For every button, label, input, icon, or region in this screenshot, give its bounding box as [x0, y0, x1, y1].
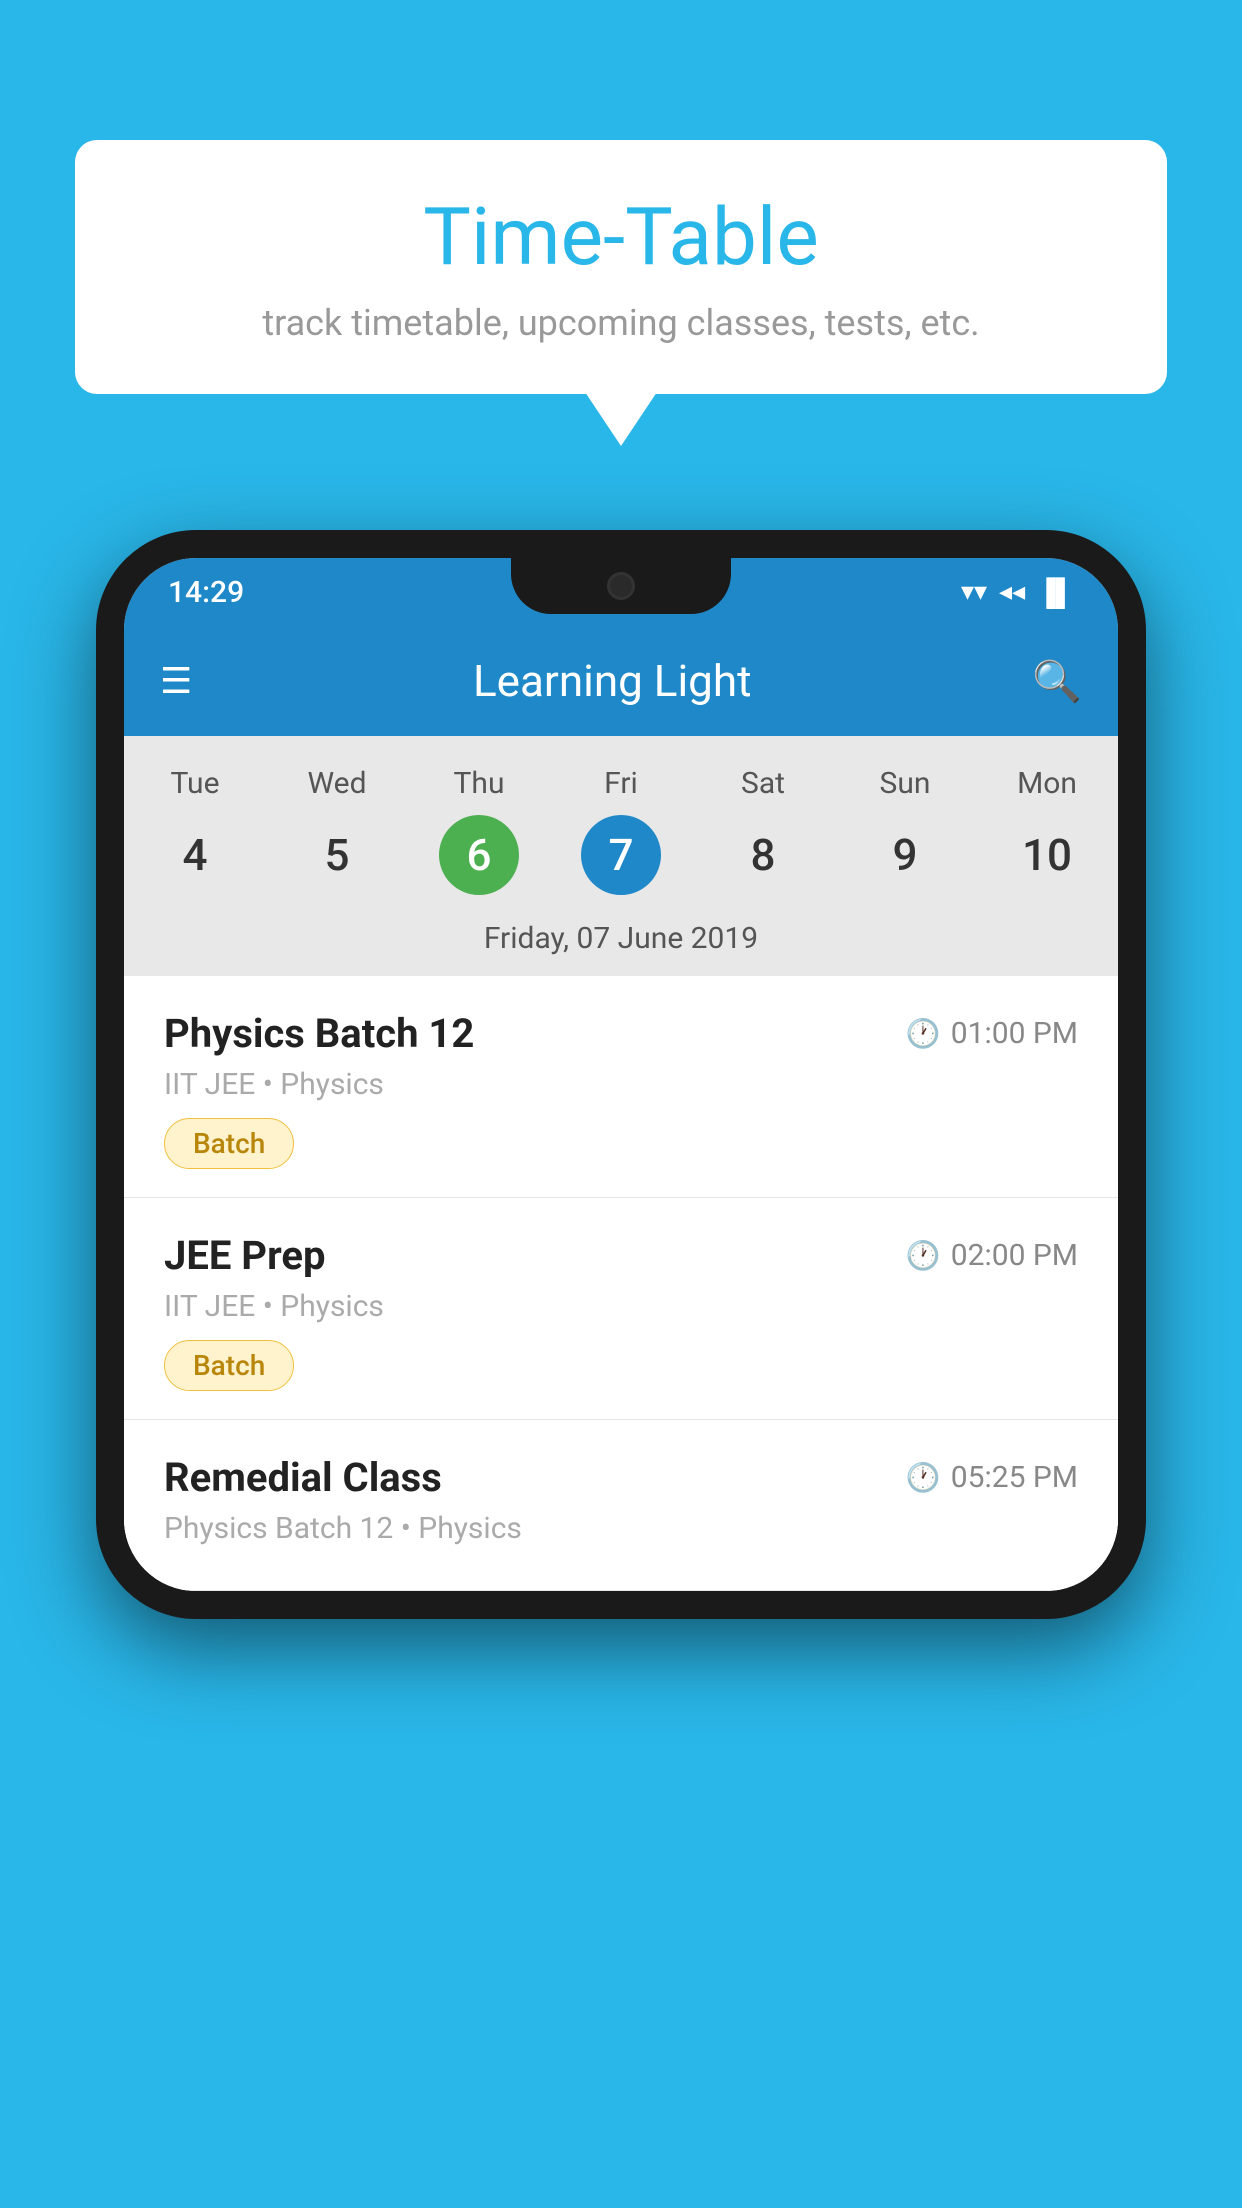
- days-row: Tue 4 Wed 5 Thu 6 Fri 7 Sat 8 Sun 9 Mon 10: [124, 756, 1118, 905]
- phone-notch: [511, 558, 731, 614]
- clock-icon: 🕐: [906, 1461, 941, 1494]
- hamburger-icon[interactable]: ☰: [160, 660, 192, 702]
- day-number: 8: [723, 815, 803, 895]
- day-label: Thu: [454, 766, 505, 801]
- schedule-list: Physics Batch 12 🕐 01:00 PM IIT JEE • Phys…: [124, 976, 1118, 1591]
- batch-badge: Batch: [164, 1340, 294, 1391]
- item-title: JEE Prep: [164, 1232, 325, 1279]
- day-col-thu[interactable]: Thu 6: [414, 766, 544, 895]
- day-number: 9: [865, 815, 945, 895]
- day-label: Fri: [604, 766, 638, 801]
- day-col-mon[interactable]: Mon 10: [982, 766, 1112, 895]
- day-number: 5: [297, 815, 377, 895]
- phone-outer: 14:29 ▾▾ ◂◂ ▐▌ ☰ Learning Light 🔍 Tue 4 We…: [96, 530, 1146, 1619]
- item-subtitle: IIT JEE • Physics: [164, 1289, 1078, 1324]
- day-col-fri[interactable]: Fri 7: [556, 766, 686, 895]
- app-bar: ☰ Learning Light 🔍: [124, 626, 1118, 736]
- signal-icon: ◂◂: [999, 577, 1025, 607]
- day-number: 6: [439, 815, 519, 895]
- item-subtitle: Physics Batch 12 • Physics: [164, 1511, 1078, 1546]
- phone-screen: 14:29 ▾▾ ◂◂ ▐▌ ☰ Learning Light 🔍 Tue 4 We…: [124, 558, 1118, 1591]
- item-time: 🕐 01:00 PM: [906, 1016, 1078, 1051]
- schedule-item-header: Remedial Class 🕐 05:25 PM: [164, 1454, 1078, 1501]
- clock-icon: 🕐: [906, 1239, 941, 1272]
- phone-camera: [607, 572, 635, 600]
- status-time: 14:29: [168, 575, 244, 610]
- item-title: Physics Batch 12: [164, 1010, 474, 1057]
- item-subtitle: IIT JEE • Physics: [164, 1067, 1078, 1102]
- day-label: Wed: [308, 766, 367, 801]
- item-title: Remedial Class: [164, 1454, 442, 1501]
- search-icon[interactable]: 🔍: [1032, 658, 1082, 705]
- item-time: 🕐 02:00 PM: [906, 1238, 1078, 1273]
- battery-icon: ▐▌: [1037, 577, 1074, 608]
- day-label: Sat: [741, 766, 785, 801]
- app-subtitle: track timetable, upcoming classes, tests…: [135, 302, 1107, 344]
- speech-bubble-container: Time-Table track timetable, upcoming cla…: [75, 140, 1167, 394]
- wifi-icon: ▾▾: [961, 577, 987, 607]
- day-label: Mon: [1017, 766, 1077, 801]
- selected-date-label: Friday, 07 June 2019: [124, 905, 1118, 976]
- day-label: Tue: [171, 766, 220, 801]
- batch-badge: Batch: [164, 1118, 294, 1169]
- day-col-wed[interactable]: Wed 5: [272, 766, 402, 895]
- phone-wrapper: 14:29 ▾▾ ◂◂ ▐▌ ☰ Learning Light 🔍 Tue 4 We…: [96, 530, 1146, 1619]
- item-time: 🕐 05:25 PM: [906, 1460, 1078, 1495]
- speech-bubble: Time-Table track timetable, upcoming cla…: [75, 140, 1167, 394]
- day-col-tue[interactable]: Tue 4: [130, 766, 260, 895]
- clock-icon: 🕐: [906, 1017, 941, 1050]
- schedule-item-header: JEE Prep 🕐 02:00 PM: [164, 1232, 1078, 1279]
- schedule-item[interactable]: Remedial Class 🕐 05:25 PM Physics Batch 12…: [124, 1420, 1118, 1591]
- day-number: 4: [155, 815, 235, 895]
- day-number: 7: [581, 815, 661, 895]
- day-col-sat[interactable]: Sat 8: [698, 766, 828, 895]
- day-col-sun[interactable]: Sun 9: [840, 766, 970, 895]
- day-label: Sun: [880, 766, 931, 801]
- day-number: 10: [1007, 815, 1087, 895]
- app-title-heading: Time-Table: [135, 190, 1107, 284]
- schedule-item[interactable]: Physics Batch 12 🕐 01:00 PM IIT JEE • Phys…: [124, 976, 1118, 1198]
- schedule-item-header: Physics Batch 12 🕐 01:00 PM: [164, 1010, 1078, 1057]
- status-icons: ▾▾ ◂◂ ▐▌: [961, 577, 1074, 608]
- schedule-item[interactable]: JEE Prep 🕐 02:00 PM IIT JEE • Physics Batch: [124, 1198, 1118, 1420]
- app-bar-title: Learning Light: [222, 655, 1002, 707]
- calendar-strip: Tue 4 Wed 5 Thu 6 Fri 7 Sat 8 Sun 9 Mon 10 Friday, 07…: [124, 736, 1118, 976]
